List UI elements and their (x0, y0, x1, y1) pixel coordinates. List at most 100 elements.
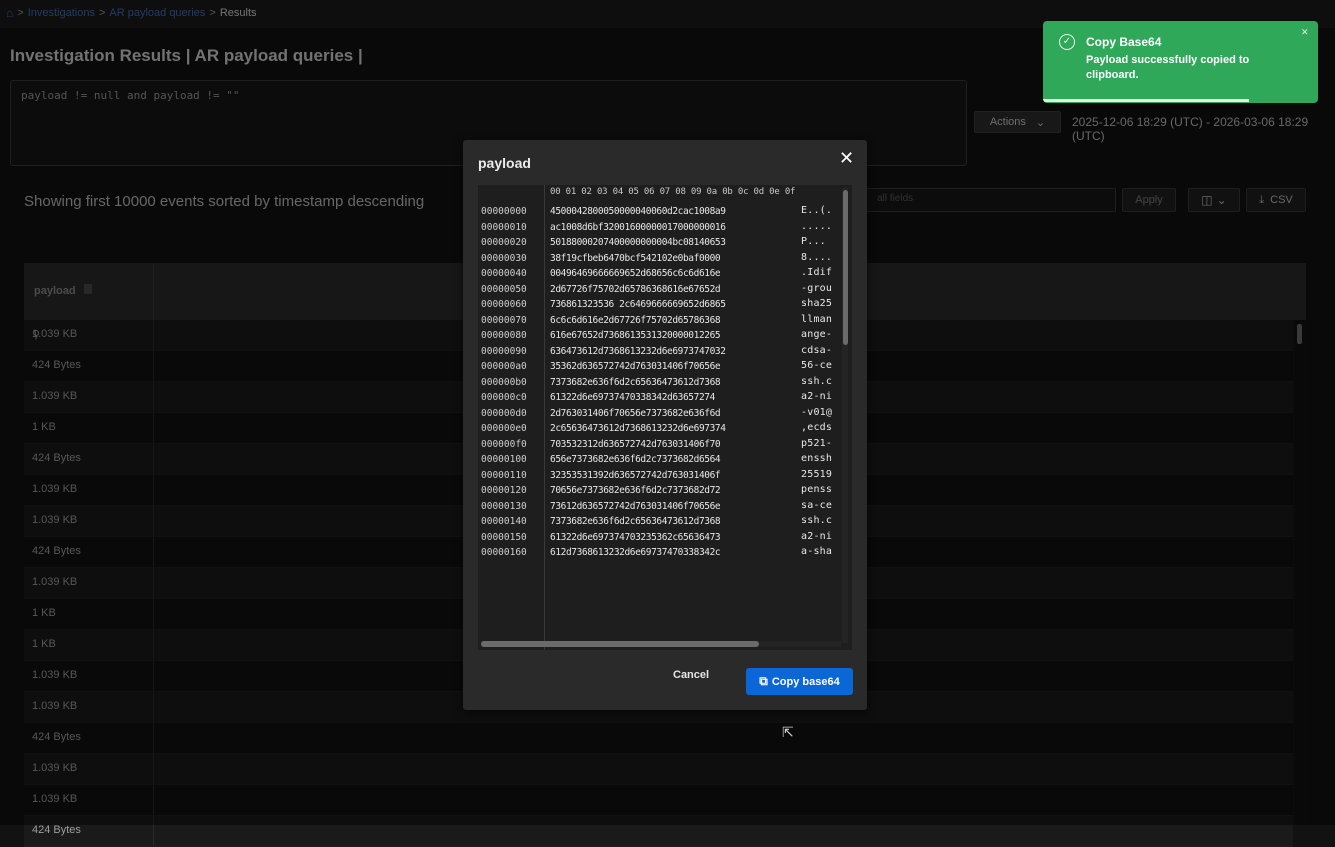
hex-row: 000000a0 35362d636572742d763031406f70656e… (478, 360, 852, 376)
hex-offset: 00000040 (481, 268, 527, 279)
hex-ascii: 56-ce (801, 360, 833, 371)
hex-offset: 00000080 (481, 330, 527, 341)
hex-row: 00000150 61322d6e697374703235362c65636473… (478, 531, 852, 547)
hex-offset: 000000c0 (481, 392, 527, 403)
hex-viewer[interactable]: 00 01 02 03 04 05 06 07 08 09 0a 0b 0c 0… (478, 185, 852, 650)
payload-modal: payload ✕ 00 01 02 03 04 05 06 07 08 09 … (463, 140, 867, 710)
hex-ascii: -grou (801, 282, 833, 294)
hex-offset: 00000150 (481, 531, 527, 543)
hex-row: 00000070 6c6c6d616e2d67726f75702d65786368… (478, 314, 852, 330)
hex-row: 000000d0 2d763031406f70656e7373682e636f6d… (478, 407, 852, 423)
hex-offset: 00000050 (481, 283, 527, 295)
hex-bytes: 35362d636572742d763031406f70656e (550, 361, 721, 372)
success-toast: ✓ Copy Base64 Payload successfully copie… (1043, 21, 1318, 103)
hex-bytes: 00496469666669652d68656c6c6d616e (550, 268, 721, 279)
hex-row: 00000060 736861323536 2c6469666669652d686… (478, 298, 852, 314)
mouse-pointer-icon: ⇱ (782, 724, 794, 740)
hex-ascii: 8.... (801, 251, 833, 263)
hex-rows: 00000000 4500042800050000040060d2cac1008a… (478, 205, 852, 562)
hex-bytes: 73612d636572742d763031406f70656e (550, 500, 721, 512)
hex-row: 00000080 616e67652d7368613531320000012265… (478, 329, 852, 345)
hex-ascii: enssh (801, 453, 833, 464)
hex-row: 00000090 636473612d7368613232d6e697374703… (478, 345, 852, 361)
hex-ascii: a-sha (801, 546, 833, 557)
hex-offset: 00000030 (481, 252, 527, 264)
hex-row: 000000c0 61322d6e69737470338342d63657274 a… (478, 391, 852, 407)
hex-bytes: 7373682e636f6d2c65636473612d7368 (550, 376, 721, 388)
hex-bytes: 656e7373682e636f6d2c7373682d6564 (550, 454, 721, 465)
hex-row: 00000050 2d67726f75702d65786368616e67652d… (478, 283, 852, 299)
hex-offset: 000000e0 (481, 423, 527, 434)
hex-row: 00000120 70656e7373682e636f6d2c7373682d72… (478, 484, 852, 500)
hex-row: 00000020 50188000207400000000004bc0814065… (478, 236, 852, 252)
hex-bytes: 612d7368613232d6e69737470338342c (550, 547, 721, 558)
hex-row: 00000030 38f19cfbeb6470bcf542102e0baf0000… (478, 252, 852, 268)
hex-row: 000000f0 703532312d636572742d763031406f70… (478, 438, 852, 454)
app-frame: ⌂ > Investigations > AR payload queries … (0, 0, 1335, 847)
hex-vertical-scrollbar[interactable] (842, 188, 848, 643)
hex-row: 000000b0 7373682e636f6d2c65636473612d7368… (478, 376, 852, 392)
hex-bytes: 2d67726f75702d65786368616e67652d (550, 283, 721, 295)
hex-bytes: 736861323536 2c6469666669652d6865 (550, 299, 726, 310)
hex-ascii: penss (801, 484, 833, 495)
hex-bytes: 2d763031406f70656e7373682e636f6d (550, 407, 721, 419)
copy-base64-button[interactable]: ⧉ Copy base64 (746, 668, 853, 695)
hex-offset: 000000b0 (481, 376, 527, 388)
hex-row: 00000160 612d7368613232d6e69737470338342c… (478, 546, 852, 562)
hex-column-header: 00 01 02 03 04 05 06 07 08 09 0a 0b 0c 0… (550, 187, 796, 197)
hex-offset: 00000000 (481, 206, 527, 217)
hex-offset: 00000060 (481, 299, 527, 310)
hex-bytes: 32353531392d636572742d763031406f (550, 469, 721, 481)
check-circle-icon: ✓ (1059, 34, 1075, 50)
close-icon[interactable]: ✕ (1301, 27, 1309, 38)
hex-ascii: ..... (801, 220, 833, 232)
close-icon[interactable]: ✕ (839, 148, 854, 169)
copy-icon: ⧉ (759, 674, 768, 688)
hex-ascii: ssh.c (801, 515, 833, 526)
hex-ascii: cdsa- (801, 344, 833, 356)
toast-message: Payload successfully copied to clipboard… (1086, 54, 1250, 81)
payload-size: 424 Bytes (32, 824, 81, 836)
hex-bytes: 61322d6e697374703235362c65636473 (550, 531, 721, 543)
hex-row: 00000040 00496469666669652d68656c6c6d616e… (478, 267, 852, 283)
hex-bytes: 61322d6e69737470338342d63657274 (550, 392, 715, 403)
hex-offset: 00000010 (481, 221, 527, 233)
hex-bytes: 6c6c6d616e2d67726f75702d65786368 (550, 314, 721, 326)
hex-bytes: 38f19cfbeb6470bcf542102e0baf0000 (550, 252, 721, 264)
hex-ascii: ssh.c (801, 375, 833, 387)
hex-row: 00000130 73612d636572742d763031406f70656e… (478, 500, 852, 516)
toast-title: Copy Base64 (1086, 35, 1162, 49)
hex-offset: 00000020 (481, 237, 527, 248)
hex-bytes: ac1008d6bf32001600000017000000016 (550, 221, 726, 233)
copy-base64-label: Copy base64 (771, 675, 840, 688)
hex-bytes: 50188000207400000000004bc08140653 (550, 237, 726, 248)
cancel-button[interactable]: Cancel (673, 669, 709, 681)
hex-row: 00000110 32353531392d636572742d763031406f… (478, 469, 852, 485)
hex-offset: 00000070 (481, 314, 527, 326)
hex-offset: 00000100 (481, 454, 527, 465)
hex-offset: 000000a0 (481, 361, 527, 372)
hex-ascii: 25519 (801, 468, 833, 480)
hex-ascii: ange- (801, 329, 833, 340)
hex-ascii: -v01@ (801, 406, 833, 418)
hex-offset: 000000d0 (481, 407, 527, 419)
toast-progress (1043, 99, 1250, 102)
hex-row: 000000e0 2c65636473612d7368613232d6e69737… (478, 422, 852, 438)
hex-bytes: 616e67652d7368613531320000012265 (550, 330, 721, 341)
hex-row: 00000100 656e7373682e636f6d2c7373682d6564… (478, 453, 852, 469)
hex-vertical-thumb[interactable] (843, 190, 848, 345)
hex-row: 00000000 4500042800050000040060d2cac1008a… (478, 205, 852, 221)
hex-ascii: sha25 (801, 298, 833, 309)
hex-ascii: sa-ce (801, 499, 833, 511)
hex-offset: 00000140 (481, 516, 527, 527)
hex-offset: 00000110 (481, 469, 527, 481)
hex-bytes: 4500042800050000040060d2cac1008a9 (550, 206, 726, 217)
hex-ascii: a2-ni (801, 391, 833, 402)
hex-offset: 00000120 (481, 485, 527, 496)
hex-horizontal-scrollbar[interactable] (481, 641, 841, 647)
hex-row: 00000010 ac1008d6bf3200160000001700000001… (478, 221, 852, 237)
hex-offset: 00000160 (481, 547, 527, 558)
hex-horizontal-thumb[interactable] (481, 641, 759, 647)
modal-title: payload (478, 155, 531, 171)
hex-ascii: llman (801, 313, 833, 325)
